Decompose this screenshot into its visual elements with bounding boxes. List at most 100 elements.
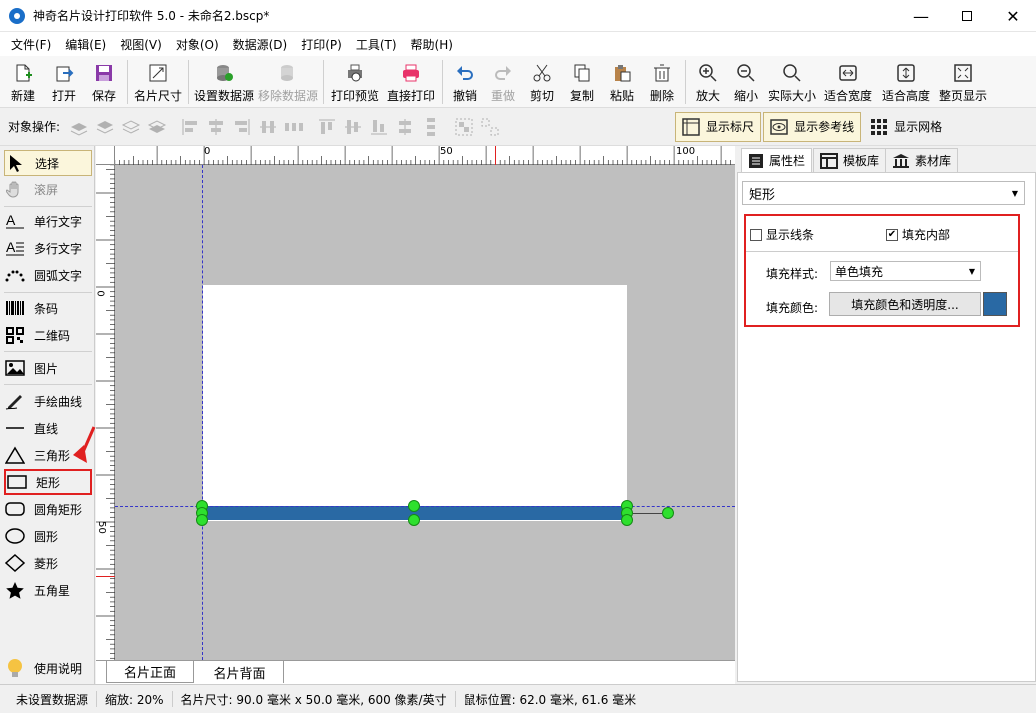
rotate-handle[interactable] [662,507,674,519]
tool-freehand[interactable]: 手绘曲线 [4,388,92,414]
distribute-horizontal-icon[interactable] [258,117,278,137]
align-right-icon[interactable] [232,117,252,137]
database-icon [213,62,235,84]
design-canvas[interactable]: 0 50 100 0 50 [96,146,735,660]
copy-button[interactable]: 复制 [562,56,602,106]
ungroup-icon[interactable] [480,117,500,137]
new-button[interactable]: 新建 [2,56,44,106]
menu-print[interactable]: 打印(P) [294,36,349,53]
zoom-out-button[interactable]: 缩小 [727,56,765,106]
tool-ellipse[interactable]: 圆形 [4,523,92,549]
menu-view[interactable]: 视图(V) [113,36,169,53]
resize-handle[interactable] [196,514,208,526]
fit-width-button[interactable]: 适合宽度 [819,56,877,106]
help-button[interactable]: 使用说明 [4,655,92,681]
align-bottom-icon[interactable] [369,117,389,137]
bring-forward-icon[interactable] [95,117,115,137]
send-backward-icon[interactable] [121,117,141,137]
tool-diamond[interactable]: 菱形 [4,550,92,576]
group-icon[interactable] [454,117,474,137]
zoom-in-button[interactable]: 放大 [689,56,727,106]
delete-button[interactable]: 删除 [642,56,682,106]
resize-handle[interactable] [408,514,420,526]
ruler-corner [96,146,115,165]
tab-templates[interactable]: 模板库 [813,148,887,172]
space-vertical-icon[interactable] [421,117,441,137]
vertical-ruler[interactable]: 0 50 [96,146,115,660]
tool-star[interactable]: 五角星 [4,577,92,603]
align-middle-icon[interactable] [343,117,363,137]
rounded-rectangle-icon [4,499,26,519]
show-ruler-toggle[interactable]: 显示标尺 [675,111,762,142]
database-remove-icon [277,62,299,84]
menu-tools[interactable]: 工具(T) [349,36,404,53]
tab-card-front[interactable]: 名片正面 [106,661,194,683]
mouse-position-marker-x [495,146,496,165]
tool-multi-text[interactable]: A 多行文字 [4,235,92,261]
save-button[interactable]: 保存 [84,56,124,106]
align-center-icon[interactable] [206,117,226,137]
tab-properties[interactable]: 属性栏 [741,148,813,172]
menu-help[interactable]: 帮助(H) [404,36,460,53]
tool-single-text[interactable]: A 单行文字 [4,208,92,234]
open-button[interactable]: 打开 [44,56,84,106]
maximize-button[interactable] [944,0,990,32]
diamond-icon [4,553,26,573]
vertical-guide-line[interactable] [202,165,203,660]
tool-select[interactable]: 选择 [4,150,92,176]
fill-style-select[interactable]: 单色填充 ▼ [830,261,981,281]
distribute-vertical-icon[interactable] [395,117,415,137]
undo-button[interactable]: 撤销 [446,56,484,106]
minimize-button[interactable]: — [898,0,944,32]
horizontal-ruler-ticks [96,146,731,165]
dropdown-arrow-icon: ▼ [968,266,975,276]
fill-inside-checkbox[interactable]: ✔ 填充内部 [886,226,950,243]
ruler-label-0: 0 [204,146,211,157]
tool-scroll[interactable]: 滚屏 [4,176,92,202]
tab-card-back[interactable]: 名片背面 [196,661,284,683]
resize-handle[interactable] [408,500,420,512]
tab-materials[interactable]: 素材库 [885,148,959,172]
tool-image[interactable]: 图片 [4,355,92,381]
space-horizontal-icon[interactable] [284,117,304,137]
paste-button[interactable]: 粘贴 [602,56,642,106]
bring-front-icon[interactable] [69,117,89,137]
remove-datasource-button[interactable]: 移除数据源 [256,56,320,106]
redo-button[interactable]: 重做 [484,56,522,106]
align-top-icon[interactable] [317,117,337,137]
tool-qrcode[interactable]: 二维码 [4,322,92,348]
show-grid-toggle[interactable]: 显示网格 [863,112,949,142]
horizontal-ruler[interactable]: 0 50 100 [96,146,735,165]
fit-page-button[interactable]: 整页显示 [935,56,991,106]
align-left-icon[interactable] [180,117,200,137]
fit-height-button[interactable]: 适合高度 [877,56,935,106]
tool-rectangle[interactable]: 矩形 [4,469,92,495]
magnifier-icon [781,62,803,84]
show-stroke-checkbox[interactable]: 显示线条 [750,226,814,243]
svg-text:A: A [6,212,16,228]
resize-handle[interactable] [621,514,633,526]
show-guides-toggle[interactable]: 显示参考线 [763,111,862,142]
horizontal-guide-line[interactable] [115,506,735,507]
menu-object[interactable]: 对象(O) [169,36,226,53]
menu-file[interactable]: 文件(F) [4,36,58,53]
send-back-icon[interactable] [147,117,167,137]
actual-size-button[interactable]: 实际大小 [765,56,819,106]
business-card-front[interactable] [203,285,627,521]
tool-round-rect[interactable]: 圆角矩形 [4,496,92,522]
fill-color-button[interactable]: 填充颜色和透明度... [829,292,981,316]
bank-icon [893,153,909,168]
menu-edit[interactable]: 编辑(E) [58,36,113,53]
direct-print-button[interactable]: 直接打印 [383,56,439,106]
tool-barcode[interactable]: 条码 [4,295,92,321]
close-button[interactable]: ✕ [990,0,1036,32]
cut-button[interactable]: 剪切 [522,56,562,106]
fill-color-swatch[interactable] [983,292,1007,316]
menu-datasource[interactable]: 数据源(D) [226,36,295,53]
set-datasource-button[interactable]: 设置数据源 [192,56,256,106]
show-ruler-label: 显示标尺 [706,120,755,134]
object-type-select[interactable]: 矩形 ▼ [742,181,1025,205]
card-size-button[interactable]: 名片尺寸 [131,56,185,106]
tool-arc-text[interactable]: 圆弧文字 [4,262,92,288]
print-preview-button[interactable]: 打印预览 [327,56,383,106]
